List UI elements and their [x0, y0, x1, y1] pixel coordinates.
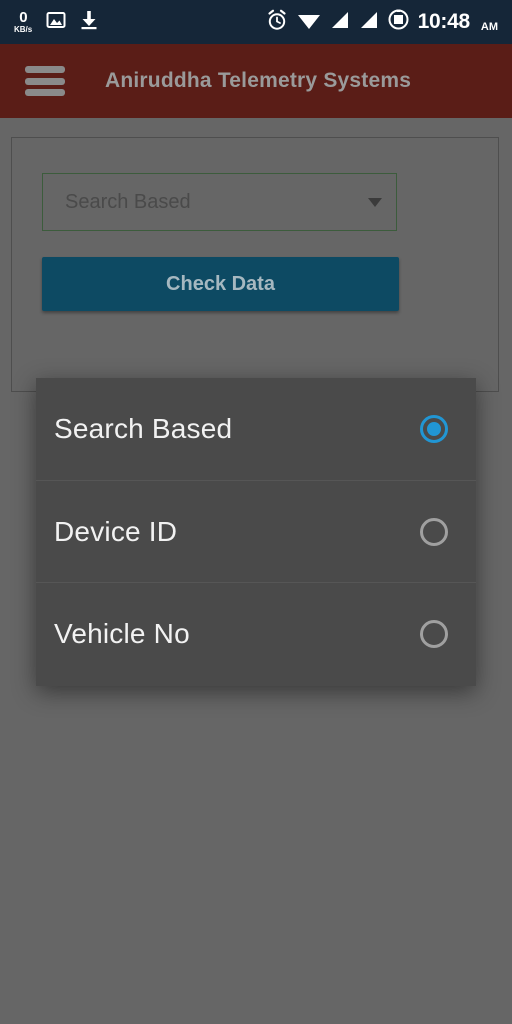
- app-bar: Aniruddha Telemetry Systems: [0, 44, 512, 118]
- signal-icon-2: [359, 10, 379, 35]
- battery-icon: [388, 9, 409, 35]
- hamburger-bar: [25, 77, 65, 85]
- download-icon: [80, 10, 98, 35]
- dialog-option-search-based[interactable]: Search Based: [36, 378, 476, 480]
- dialog-option-vehicle-no[interactable]: Vehicle No: [36, 582, 476, 684]
- status-bar: 0 KB/s 10:48 AM: [0, 0, 512, 44]
- network-speed-value: 0: [19, 9, 28, 26]
- signal-icon-1: [330, 10, 350, 35]
- search-type-select-value: Search Based: [65, 190, 191, 213]
- status-bar-clock: 10:48: [417, 10, 471, 33]
- option-label: Device ID: [54, 515, 178, 547]
- status-bar-left: 0 KB/s: [14, 10, 98, 35]
- dialog-option-device-id[interactable]: Device ID: [36, 480, 476, 582]
- status-bar-right: 10:48 AM: [266, 9, 498, 36]
- status-bar-meridiem: AM: [480, 20, 498, 33]
- search-type-select[interactable]: Search Based: [42, 173, 397, 231]
- radio-button-selected-icon[interactable]: [420, 415, 448, 443]
- wifi-icon: [297, 10, 321, 35]
- hamburger-bar: [25, 66, 65, 73]
- network-speed-unit: KB/s: [14, 25, 33, 34]
- image-icon: [46, 10, 66, 35]
- page-title: Aniruddha Telemetry Systems: [105, 69, 412, 92]
- network-speed-indicator: 0 KB/s: [14, 10, 32, 34]
- hamburger-bar: [25, 89, 65, 96]
- radio-button-icon[interactable]: [420, 517, 448, 546]
- option-label: Search Based: [54, 413, 233, 444]
- radio-button-icon[interactable]: [420, 619, 448, 648]
- chevron-down-icon: [368, 197, 382, 207]
- check-data-button[interactable]: Check Data: [42, 257, 399, 311]
- hamburger-menu-icon[interactable]: [25, 66, 65, 96]
- search-type-dialog: Search Based Device ID Vehicle No: [36, 378, 476, 686]
- alarm-icon: [266, 9, 288, 36]
- option-label: Vehicle No: [54, 617, 190, 649]
- search-form-card: Search Based Check Data: [11, 137, 499, 392]
